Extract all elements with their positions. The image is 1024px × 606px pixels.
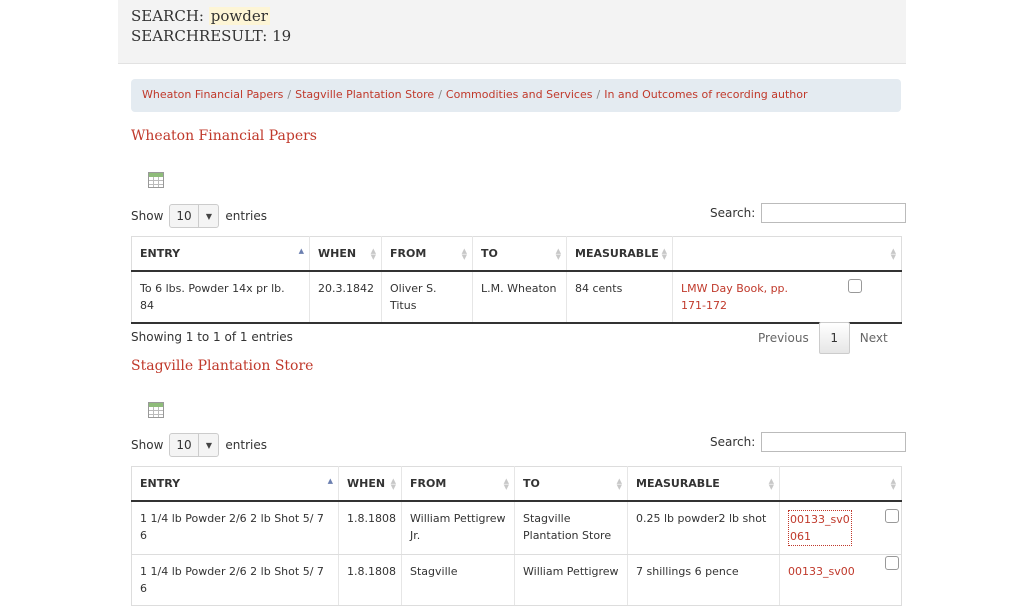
column-header-when[interactable]: WHEN ▲ ▼ bbox=[338, 466, 402, 502]
previous-button[interactable]: Previous bbox=[748, 331, 819, 345]
sort-icon: ▲ ▼ bbox=[555, 247, 561, 261]
entries-label: entries bbox=[225, 438, 267, 452]
sort-icon: ▲ ▼ bbox=[390, 477, 396, 491]
sort-ascending-icon: ▲ bbox=[298, 247, 304, 255]
search-term: powder bbox=[208, 7, 270, 25]
chevron-down-icon: ▼ bbox=[198, 205, 218, 227]
source-cell: 00133_sv00 bbox=[779, 554, 902, 606]
spreadsheet-icon[interactable] bbox=[148, 402, 164, 418]
to-link[interactable]: Stagville Plantation Store bbox=[514, 500, 628, 555]
spreadsheet-icon[interactable] bbox=[148, 172, 164, 188]
measurable-cell: 7 shillings 6 pence bbox=[627, 554, 780, 606]
sort-icon: ▲ ▼ bbox=[503, 477, 509, 491]
column-header-entry[interactable]: ENTRY ▲ bbox=[131, 236, 310, 272]
row-checkbox[interactable] bbox=[885, 509, 899, 523]
to-link[interactable]: William Pettigrew bbox=[514, 554, 628, 606]
breadcrumb-item-in-outcomes[interactable]: In and Outcomes of recording author bbox=[604, 88, 807, 101]
sort-ascending-icon: ▲ bbox=[327, 477, 333, 485]
column-header-when[interactable]: WHEN ▲ ▼ bbox=[309, 236, 382, 272]
when-cell: 1.8.1808 bbox=[338, 554, 402, 606]
breadcrumb-item-stagville[interactable]: Stagville Plantation Store bbox=[295, 88, 434, 101]
search-label: SEARCH: bbox=[131, 7, 204, 25]
table-header-row: ENTRY ▲ WHEN ▲ ▼ FROM ▲ ▼ TO ▲ ▼ MEASURABLE ▲ ▼ ▲… bbox=[131, 466, 902, 502]
column-header-from[interactable]: FROM ▲ ▼ bbox=[401, 466, 515, 502]
data-table-stagville: ENTRY ▲ WHEN ▲ ▼ FROM ▲ ▼ TO ▲ ▼ MEASURABLE ▲ ▼ ▲… bbox=[131, 466, 902, 606]
entry-link[interactable]: 1 1/4 lb Powder 2/6 2 lb Shot 5/ 7 6 bbox=[131, 500, 339, 555]
measurable-cell: 84 cents bbox=[566, 270, 673, 324]
column-header-to[interactable]: TO ▲ ▼ bbox=[514, 466, 628, 502]
source-link[interactable]: 00133_sv0061 bbox=[788, 509, 852, 546]
entries-label: entries bbox=[225, 209, 267, 223]
source-cell: LMW Day Book, pp. 171-172 bbox=[672, 270, 902, 324]
column-header-from[interactable]: FROM ▲ ▼ bbox=[381, 236, 473, 272]
source-cell: 00133_sv0061 bbox=[779, 500, 902, 555]
column-header-entry[interactable]: ENTRY ▲ bbox=[131, 466, 339, 502]
from-link[interactable]: Stagville bbox=[401, 554, 515, 606]
sort-icon: ▲ ▼ bbox=[661, 247, 667, 261]
table-header-row: ENTRY ▲ WHEN ▲ ▼ FROM ▲ ▼ TO ▲ ▼ MEASURABLE ▲ ▼ ▲… bbox=[131, 236, 902, 272]
column-header-measurable[interactable]: MEASURABLE ▲ ▼ bbox=[627, 466, 780, 502]
table-search: Search: bbox=[710, 203, 907, 223]
entry-link[interactable]: To 6 lbs. Powder 14x pr lb. 84 bbox=[131, 270, 310, 324]
next-button[interactable]: Next bbox=[850, 331, 898, 345]
when-cell: 20.3.1842 bbox=[309, 270, 382, 324]
breadcrumb: Wheaton Financial Papers / Stagville Plant… bbox=[131, 79, 901, 112]
row-checkbox[interactable] bbox=[885, 556, 899, 570]
page-button-current[interactable]: 1 bbox=[818, 322, 850, 354]
column-header-source[interactable]: ▲ ▼ bbox=[779, 466, 902, 502]
column-header-source[interactable]: ▲ ▼ bbox=[672, 236, 902, 272]
show-label: Show bbox=[131, 438, 164, 452]
search-input[interactable] bbox=[761, 432, 907, 452]
section-title-wheaton: Wheaton Financial Papers bbox=[131, 128, 317, 144]
search-filter-label: Search: bbox=[710, 206, 756, 220]
sort-icon: ▲ ▼ bbox=[890, 247, 896, 261]
search-line: SEARCH: powder bbox=[131, 6, 893, 26]
entry-link[interactable]: 1 1/4 lb Powder 2/6 2 lb Shot 5/ 7 6 bbox=[131, 554, 339, 606]
from-link[interactable]: William Pettigrew Jr. bbox=[401, 500, 515, 555]
search-input[interactable] bbox=[761, 203, 907, 223]
search-result-count: SEARCHRESULT: 19 bbox=[131, 27, 292, 45]
sort-icon: ▲ ▼ bbox=[768, 477, 774, 491]
breadcrumb-item-wheaton[interactable]: Wheaton Financial Papers bbox=[142, 88, 283, 101]
length-control: Show 10 ▼ entries bbox=[131, 204, 267, 228]
page-length-select[interactable]: 10 ▼ bbox=[169, 204, 220, 228]
data-table-wheaton: ENTRY ▲ WHEN ▲ ▼ FROM ▲ ▼ TO ▲ ▼ MEASURABLE ▲ ▼ ▲… bbox=[131, 236, 902, 324]
row-checkbox[interactable] bbox=[848, 279, 862, 293]
breadcrumb-separator: / bbox=[438, 88, 442, 101]
page-length-value: 10 bbox=[176, 438, 192, 452]
page-length-value: 10 bbox=[176, 209, 192, 223]
table-info: Showing 1 to 1 of 1 entries bbox=[131, 330, 293, 344]
from-link[interactable]: Oliver S. Titus bbox=[381, 270, 473, 324]
table-search: Search: bbox=[710, 432, 907, 452]
sort-icon: ▲ ▼ bbox=[616, 477, 622, 491]
page-length-select[interactable]: 10 ▼ bbox=[169, 433, 220, 457]
sort-icon: ▲ ▼ bbox=[890, 477, 896, 491]
breadcrumb-separator: / bbox=[287, 88, 292, 101]
breadcrumb-item-commodities[interactable]: Commodities and Services bbox=[446, 88, 593, 101]
column-header-to[interactable]: TO ▲ ▼ bbox=[472, 236, 567, 272]
page: SEARCH: powder SEARCHRESULT: 19 Wheaton … bbox=[0, 0, 1024, 606]
sort-icon: ▲ ▼ bbox=[461, 247, 467, 261]
chevron-down-icon: ▼ bbox=[198, 434, 218, 456]
table-row: 1 1/4 lb Powder 2/6 2 lb Shot 5/ 7 6 1.8… bbox=[131, 500, 902, 555]
search-filter-label: Search: bbox=[710, 435, 756, 449]
column-header-measurable[interactable]: MEASURABLE ▲ ▼ bbox=[566, 236, 673, 272]
section-title-stagville: Stagville Plantation Store bbox=[131, 358, 314, 374]
table-row: To 6 lbs. Powder 14x pr lb. 84 20.3.1842… bbox=[131, 270, 902, 324]
show-label: Show bbox=[131, 209, 164, 223]
to-link[interactable]: L.M. Wheaton bbox=[472, 270, 567, 324]
table-row: 1 1/4 lb Powder 2/6 2 lb Shot 5/ 7 6 1.8… bbox=[131, 554, 902, 606]
measurable-cell: 0.25 lb powder2 lb shot bbox=[627, 500, 780, 555]
sort-icon: ▲ ▼ bbox=[370, 247, 376, 261]
search-summary: SEARCH: powder SEARCHRESULT: 19 bbox=[118, 0, 906, 64]
length-control: Show 10 ▼ entries bbox=[131, 433, 267, 457]
breadcrumb-separator: / bbox=[596, 88, 601, 101]
when-cell: 1.8.1808 bbox=[338, 500, 402, 555]
pagination: Previous 1 Next bbox=[748, 322, 898, 354]
source-link[interactable]: LMW Day Book, pp. 171-172 bbox=[681, 280, 811, 314]
